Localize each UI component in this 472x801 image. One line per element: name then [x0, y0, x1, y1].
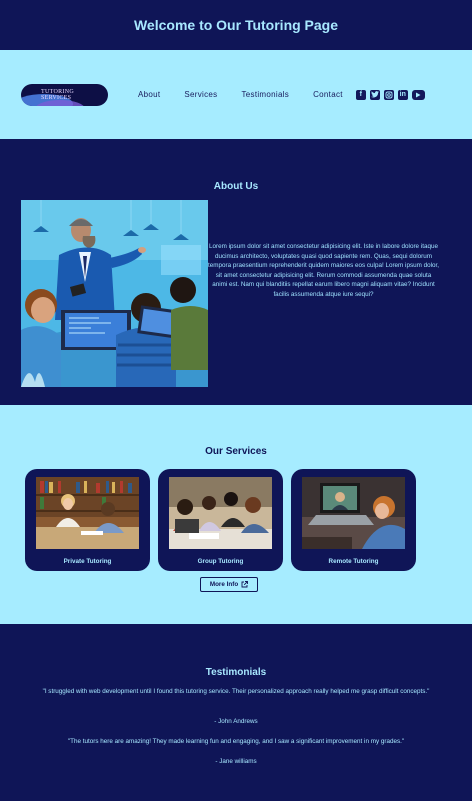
more-info-label: More Info — [209, 581, 239, 588]
about-image — [21, 200, 208, 387]
site-logo[interactable]: TUTORING SERVICES — [21, 83, 108, 106]
testimonial-quote-1: "I struggled with web development until … — [42, 688, 430, 695]
nav-link-testimonials[interactable]: Testimonials — [241, 90, 289, 99]
service-label-private: Private Tutoring — [63, 558, 112, 565]
group-tutoring-image — [169, 477, 272, 549]
testimonials-section: Testimonials "I struggled with web devel… — [0, 624, 472, 801]
youtube-icon[interactable] — [411, 89, 425, 100]
linkedin-icon[interactable]: in — [397, 89, 408, 100]
testimonial-quote-2: "The tutors here are amazing! They made … — [67, 738, 405, 745]
logo-text-line2: SERVICES — [41, 94, 72, 101]
nav-link-contact[interactable]: Contact — [313, 90, 343, 99]
testimonial-author-1: - John Andrews — [214, 718, 258, 725]
nav-link-services[interactable]: Services — [184, 90, 217, 99]
about-heading: About Us — [213, 181, 259, 192]
service-label-remote: Remote Tutoring — [328, 558, 379, 565]
testimonials-heading: Testimonials — [205, 667, 267, 678]
service-card-private[interactable]: Private Tutoring — [25, 469, 150, 571]
service-card-group[interactable]: Group Tutoring — [158, 469, 283, 571]
twitter-icon[interactable] — [369, 89, 380, 100]
nav-links: About Services Testimonials Contact — [138, 90, 343, 99]
more-info-button[interactable]: More Info — [200, 577, 258, 592]
facebook-icon[interactable]: f — [355, 89, 366, 100]
testimonial-author-2: - Jane williams — [215, 758, 257, 765]
private-tutoring-image — [36, 477, 139, 549]
about-section: About Us Lorem ipsum dolor sit amet cons… — [0, 139, 472, 405]
services-heading: Our Services — [205, 446, 267, 457]
service-label-group: Group Tutoring — [197, 558, 244, 565]
nav-link-about[interactable]: About — [138, 90, 160, 99]
instagram-icon[interactable] — [383, 89, 394, 100]
hero-header: Welcome to Our Tutoring Page — [0, 0, 472, 50]
navbar: TUTORING SERVICES About Services Testimo… — [0, 50, 472, 139]
service-card-remote[interactable]: Remote Tutoring — [291, 469, 416, 571]
page-title: Welcome to Our Tutoring Page — [133, 17, 339, 33]
services-section: Our Services Private Tutoring Group Tuto… — [0, 405, 472, 624]
social-links: f in — [355, 89, 425, 100]
about-text: Lorem ipsum dolor sit amet consectetur a… — [208, 243, 440, 298]
remote-tutoring-image — [302, 477, 405, 549]
external-link-icon — [241, 581, 249, 588]
